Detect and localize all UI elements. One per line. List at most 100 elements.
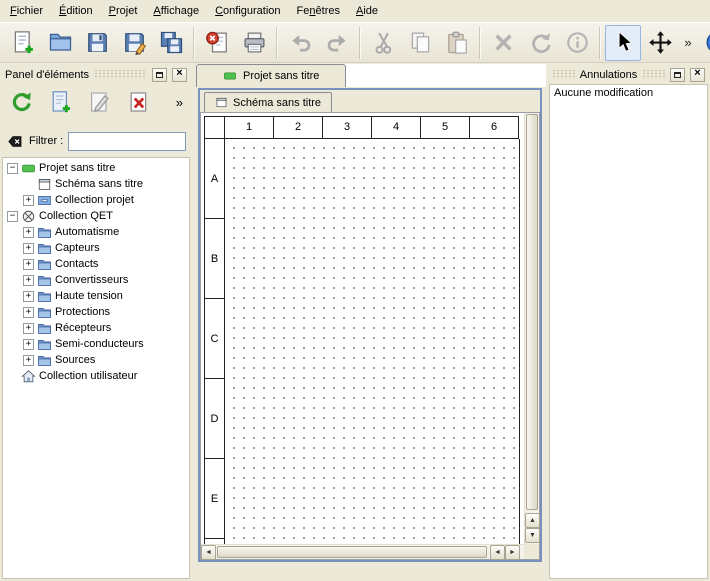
undo-panel-title: Annulations [580, 69, 638, 81]
tree-expand-toggle[interactable]: − [7, 163, 18, 174]
scroll-mode-button[interactable] [642, 25, 678, 61]
tab-project-sans-titre[interactable]: Projet sans titre [196, 64, 346, 87]
about-qet-button[interactable] [699, 25, 710, 61]
save-project-button[interactable] [79, 25, 115, 61]
cut-button[interactable] [365, 25, 401, 61]
clear-filter-icon[interactable] [6, 134, 24, 149]
open-folder-icon [48, 30, 73, 55]
edit-element-button[interactable] [84, 87, 115, 118]
project-tab-label: Projet sans titre [243, 70, 319, 82]
elements-panel-titlebar[interactable]: Panel d'éléments × [2, 66, 190, 83]
diagram-canvas[interactable]: 123456 ABCDE [201, 113, 524, 544]
paste-button[interactable] [439, 25, 475, 61]
toolbar-overflow-button[interactable]: » [679, 25, 697, 61]
horizontal-scrollbar[interactable]: ◄ ◄ ► [201, 544, 524, 559]
delete-selection-button[interactable] [485, 25, 521, 61]
print-button[interactable] [236, 25, 272, 61]
toolbar-separator [193, 27, 195, 59]
undo-panel-titlebar[interactable]: Annulations × [549, 66, 708, 83]
tree-item-projet-sans-titre[interactable]: −Projet sans titre [3, 160, 189, 176]
tree-expand-toggle[interactable]: + [23, 259, 34, 270]
tree-item-label: Protections [55, 306, 110, 318]
close-dock-button[interactable]: × [690, 68, 705, 82]
tree-item-protections[interactable]: + Protections [3, 304, 189, 320]
tree-expand-toggle[interactable]: + [23, 339, 34, 350]
tree-expand-toggle[interactable]: + [23, 227, 34, 238]
main-toolbar: » [0, 22, 710, 63]
tree-item-collection-utilisateur[interactable]: Collection utilisateur [3, 368, 189, 384]
tree-item-schema-sans-titre[interactable]: Schéma sans titre [3, 176, 189, 192]
scroll-next-button[interactable]: ► [505, 545, 520, 560]
menu-projet[interactable]: Projet [101, 1, 146, 21]
tree-item-recepteurs[interactable]: +Récepteurs [3, 320, 189, 336]
new-project-button[interactable] [5, 25, 41, 61]
folder-icon [37, 257, 52, 272]
selection-properties-button[interactable] [559, 25, 595, 61]
scroll-down-button[interactable]: ▼ [525, 528, 540, 543]
menu-fenetres[interactable]: Fenêtres [289, 1, 348, 21]
column-header: 6 [469, 116, 519, 139]
undo-history-list[interactable]: Aucune modification [549, 84, 708, 579]
tree-expand-toggle[interactable]: + [23, 243, 34, 254]
close-project-button[interactable] [199, 25, 235, 61]
folder-icon [37, 305, 52, 320]
tree-expand-toggle[interactable]: + [23, 355, 34, 366]
filter-input[interactable] [68, 132, 186, 151]
schema-tab-bar: Schéma sans titre [200, 90, 540, 112]
scroll-prev-button[interactable]: ◄ [490, 545, 505, 560]
tree-item-sources[interactable]: + Sources [3, 352, 189, 368]
undo-icon [288, 30, 313, 55]
scroll-up-button[interactable]: ▲ [525, 513, 540, 528]
hscroll-thumb[interactable] [217, 546, 487, 558]
redo-button[interactable] [319, 25, 355, 61]
folder-icon [37, 273, 52, 288]
vscroll-thumb[interactable] [526, 114, 538, 510]
toolbar-separator [479, 27, 481, 59]
tree-item-convertisseurs[interactable]: +Convertisseurs [3, 272, 189, 288]
delete-element-button[interactable] [123, 87, 154, 118]
menu-bar: FichierÉditionProjetAffichageConfigurati… [0, 0, 710, 22]
tree-expand-toggle[interactable]: + [23, 275, 34, 286]
reload-icon [10, 90, 34, 114]
tree-expand-toggle[interactable]: − [7, 211, 18, 222]
select-mode-button[interactable] [605, 25, 641, 61]
save-all-button[interactable] [153, 25, 189, 61]
scroll-left-button[interactable]: ◄ [201, 545, 216, 560]
menu-aide[interactable]: Aide [348, 1, 386, 21]
float-dock-button[interactable] [152, 68, 167, 82]
tree-item-haute-tension[interactable]: +Haute tension [3, 288, 189, 304]
close-dock-button[interactable]: × [172, 68, 187, 82]
rotate-selection-button[interactable] [522, 25, 558, 61]
copy-button[interactable] [402, 25, 438, 61]
tree-expand-toggle[interactable]: + [23, 307, 34, 318]
menu-fichier[interactable]: Fichier [2, 1, 51, 21]
tree-item-contacts[interactable]: +Contacts [3, 256, 189, 272]
scrollbar-corner [524, 544, 539, 559]
tree-item-collection-qet[interactable]: −Collection QET [3, 208, 189, 224]
project-tab-bar: Projet sans titre [196, 64, 546, 87]
open-project-button[interactable] [42, 25, 78, 61]
tree-expand-toggle[interactable]: + [23, 195, 34, 206]
tree-expand-toggle[interactable]: + [23, 291, 34, 302]
new-element-button[interactable] [45, 87, 76, 118]
menu-affichage[interactable]: Affichage [145, 1, 207, 21]
tree-item-capteurs[interactable]: +Capteurs [3, 240, 189, 256]
reload-collections-button[interactable] [6, 87, 37, 118]
undo-button[interactable] [282, 25, 318, 61]
float-icon [156, 72, 163, 78]
tree-item-collection-projet[interactable]: +Collection projet [3, 192, 189, 208]
save-project-as-button[interactable] [116, 25, 152, 61]
tree-item-automatisme[interactable]: +Automatisme [3, 224, 189, 240]
diagram-grid[interactable] [225, 139, 520, 544]
menu-configuration[interactable]: Configuration [207, 1, 288, 21]
toolbar-separator [599, 27, 601, 59]
panel-toolbar-overflow-button[interactable]: » [176, 95, 186, 110]
project-icon [223, 69, 237, 83]
menu-edition[interactable]: Édition [51, 1, 101, 21]
tree-item-semi-conducteurs[interactable]: +Semi-conducteurs [3, 336, 189, 352]
vertical-scrollbar[interactable]: ▲ ▼ [524, 113, 539, 544]
tab-schema-sans-titre[interactable]: Schéma sans titre [204, 92, 332, 112]
float-dock-button[interactable] [670, 68, 685, 82]
tree-expand-toggle[interactable]: + [23, 323, 34, 334]
tree-item-label: Sources [55, 354, 95, 366]
